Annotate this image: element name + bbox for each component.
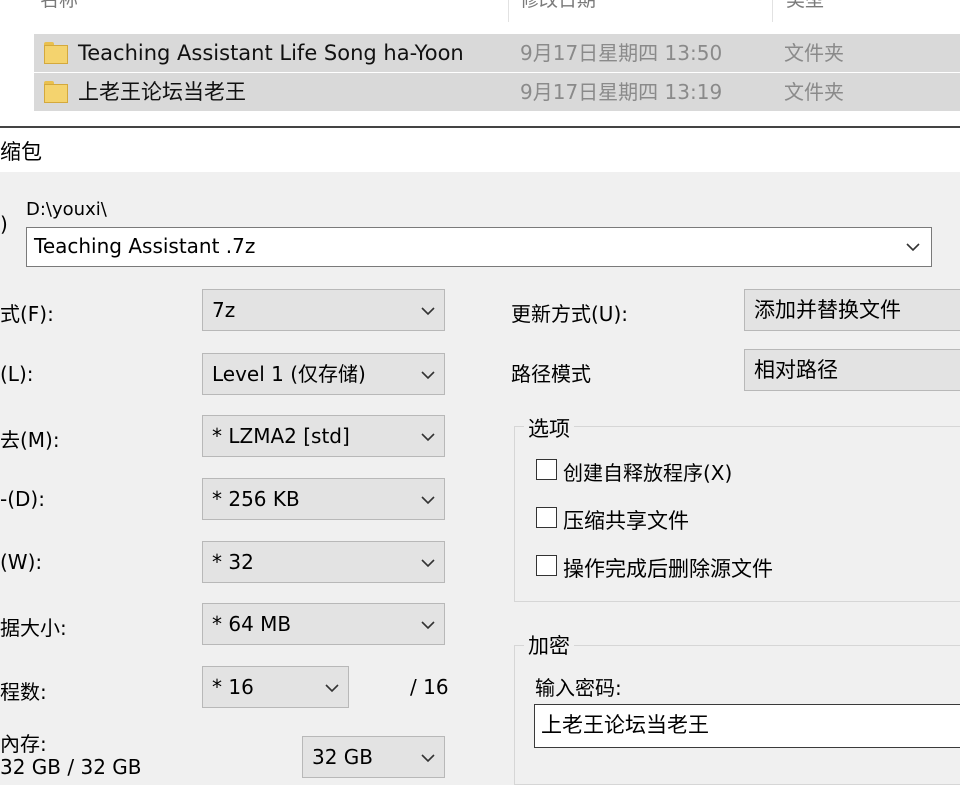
file-modified: 9月17日星期四 13:50 (520, 41, 723, 65)
password-input[interactable]: 上老王论坛当老王 (534, 704, 960, 748)
column-header-modified[interactable]: 修改日期 (520, 0, 596, 22)
format-value: 7z (212, 298, 236, 322)
file-type: 文件夹 (784, 41, 844, 65)
path-mode-select[interactable]: 相对路径 (744, 349, 960, 391)
solid-block-label: 据大小: (0, 616, 67, 640)
threads-label: 程数: (0, 680, 47, 704)
update-mode-label: 更新方式(U): (511, 302, 628, 326)
memory-usage: 32 GB / 32 GB (0, 755, 142, 779)
file-modified: 9月17日星期四 13:19 (520, 80, 723, 104)
memory-select[interactable]: 32 GB (302, 736, 445, 778)
password-label: 输入密码: (535, 676, 622, 700)
method-label: 去(M): (0, 428, 60, 452)
archive-name-combobox[interactable]: Teaching Assistant .7z (26, 227, 932, 267)
encryption-group-title: 加密 (524, 630, 574, 660)
format-label: 式(F): (0, 302, 54, 326)
method-select[interactable]: * LZMA2 [std] (202, 415, 445, 457)
chevron-down-icon (420, 555, 435, 569)
create-sfx-label[interactable]: 创建自释放程序(X) (563, 457, 732, 486)
chevron-down-icon (420, 429, 435, 443)
chevron-down-icon (420, 367, 435, 381)
dictionary-select[interactable]: * 256 KB (202, 478, 445, 520)
password-value: 上老王论坛当老王 (541, 713, 709, 737)
threads-select[interactable]: * 16 (202, 666, 349, 708)
folder-icon (44, 81, 68, 103)
memory-label: 內存: (0, 732, 47, 756)
path-mode-label: 路径模式 (511, 362, 591, 386)
memory-value: 32 GB (312, 745, 374, 769)
delete-after-label[interactable]: 操作完成后删除源文件 (563, 553, 773, 583)
method-value: * LZMA2 [std] (212, 424, 350, 448)
solid-block-select[interactable]: * 64 MB (202, 603, 445, 645)
file-row[interactable]: 上老王论坛当老王 9月17日星期四 13:19 文件夹 (34, 73, 960, 111)
delete-after-checkbox[interactable] (536, 555, 557, 576)
chevron-down-icon (420, 303, 435, 317)
dictionary-label: -(D): (0, 487, 45, 511)
chevron-down-icon (420, 750, 435, 764)
level-select[interactable]: Level 1 (仅存储) (202, 353, 445, 395)
chevron-down-icon (420, 492, 435, 506)
chevron-down-icon (420, 617, 435, 631)
word-size-select[interactable]: * 32 (202, 541, 445, 583)
format-select[interactable]: 7z (202, 289, 445, 331)
update-mode-value: 添加并替换文件 (754, 298, 901, 322)
folder-icon (44, 42, 68, 64)
word-size-label: (W): (0, 550, 43, 574)
file-type: 文件夹 (784, 80, 844, 104)
file-explorer: 名称 修改日期 类型 Teaching Assistant Life Song … (0, 0, 960, 126)
archive-path: D:\youxi\ (26, 199, 107, 220)
column-header-type[interactable]: 类型 (786, 0, 824, 22)
dictionary-value: * 256 KB (212, 487, 300, 511)
threads-value: * 16 (212, 675, 254, 699)
create-sfx-checkbox[interactable] (536, 459, 557, 480)
chevron-down-icon[interactable] (905, 239, 921, 259)
file-name: 上老王论坛当老王 (78, 80, 246, 104)
column-header-name[interactable]: 名称 (40, 0, 78, 22)
compress-shared-label[interactable]: 压缩共享文件 (563, 505, 689, 535)
compress-shared-checkbox[interactable] (536, 507, 557, 528)
column-separator[interactable] (772, 0, 773, 22)
file-name: Teaching Assistant Life Song ha-Yoon (78, 41, 464, 65)
path-mode-value: 相对路径 (754, 358, 838, 382)
column-separator[interactable] (508, 0, 509, 22)
options-group-title: 选项 (524, 413, 574, 443)
threads-max: / 16 (410, 675, 449, 699)
update-mode-select[interactable]: 添加并替换文件 (744, 289, 960, 331)
dialog-title: 缩包 (0, 140, 42, 164)
word-size-value: * 32 (212, 550, 254, 574)
chevron-down-icon (324, 680, 339, 694)
archive-name-value: Teaching Assistant .7z (34, 234, 256, 258)
archive-label: ) (0, 212, 8, 236)
solid-block-value: * 64 MB (212, 612, 292, 636)
file-row[interactable]: Teaching Assistant Life Song ha-Yoon 9月1… (34, 34, 960, 72)
dialog-titlebar[interactable] (0, 128, 960, 172)
level-value: Level 1 (仅存储) (212, 362, 366, 386)
level-label: (L): (0, 362, 34, 386)
